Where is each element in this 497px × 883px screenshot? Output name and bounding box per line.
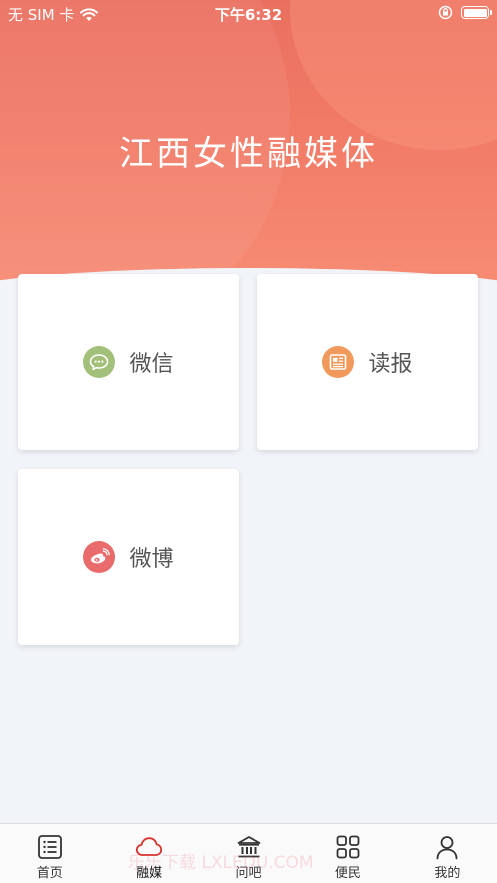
list-icon: [36, 833, 64, 861]
status-time: 下午6:32: [214, 6, 283, 24]
tab-ask[interactable]: 问吧: [199, 824, 298, 883]
page-title: 江西女性融媒体: [119, 134, 378, 174]
building-icon: [235, 833, 263, 861]
weibo-card-label: 微博: [129, 547, 174, 572]
tab-home[interactable]: 首页: [0, 824, 99, 883]
grid-icon: [334, 833, 362, 861]
tab-services-label: 便民: [334, 866, 361, 881]
cloud-icon: [135, 833, 163, 861]
weibo-icon: [83, 541, 116, 573]
status-bar: 无 SIM 卡 下午6:32: [0, 0, 497, 26]
tab-bar: 首页 融媒 问吧 便民 我的: [0, 823, 497, 883]
tab-ask-label: 问吧: [235, 866, 262, 881]
weibo-card[interactable]: 微博: [18, 469, 239, 645]
tab-media[interactable]: 融媒: [99, 824, 198, 883]
battery-icon: [461, 6, 492, 19]
tab-media-label: 融媒: [136, 866, 163, 881]
newspaper-icon: [322, 346, 355, 378]
rotation-lock-icon: [438, 5, 453, 20]
tab-home-label: 首页: [36, 866, 63, 881]
wechat-icon: [83, 346, 116, 378]
tab-profile[interactable]: 我的: [398, 824, 497, 883]
newspaper-card-label: 读报: [368, 352, 413, 377]
person-icon: [433, 833, 461, 861]
tab-services[interactable]: 便民: [298, 824, 397, 883]
tab-profile-label: 我的: [434, 866, 461, 881]
status-right: [438, 5, 492, 20]
newspaper-card[interactable]: 读报: [257, 274, 478, 450]
wechat-card-label: 微信: [129, 352, 174, 377]
wechat-card[interactable]: 微信: [18, 274, 239, 450]
